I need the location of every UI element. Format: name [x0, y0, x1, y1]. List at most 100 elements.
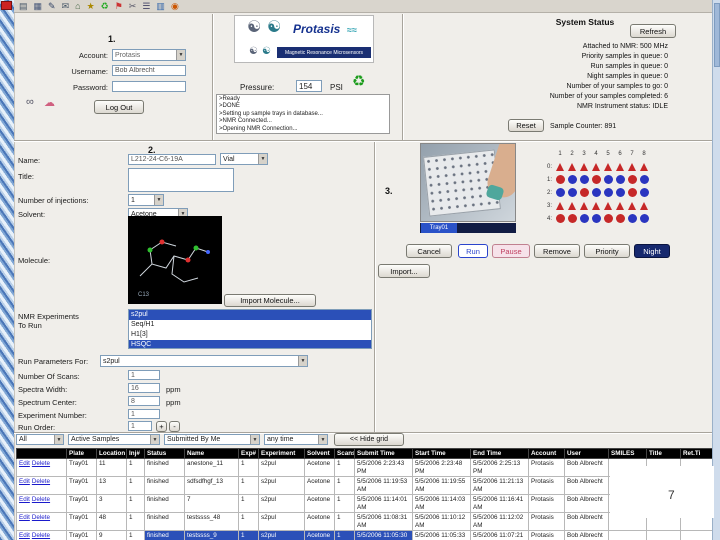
grid-header[interactable]: Scans [334, 448, 355, 459]
delete-link[interactable]: Delete [32, 514, 50, 521]
tray-well[interactable] [566, 174, 578, 186]
run-order-decrement-button[interactable]: - [169, 421, 180, 432]
tray-well[interactable] [602, 161, 614, 173]
center-input[interactable] [128, 396, 160, 406]
delete-link[interactable]: Delete [32, 532, 50, 539]
tray-well[interactable] [566, 187, 578, 199]
tray-well[interactable] [626, 200, 638, 212]
tray-well[interactable] [554, 187, 566, 199]
grid-header[interactable]: Experiment [258, 448, 305, 459]
tray-tab[interactable]: Tray01 [421, 223, 457, 233]
filter-submitter-select[interactable]: Submitted By Me ▼ [164, 434, 260, 445]
title-textarea[interactable] [128, 168, 234, 192]
tray-well[interactable] [638, 213, 650, 225]
record-icon[interactable]: ◉ [171, 0, 179, 13]
tray-well[interactable] [566, 200, 578, 212]
grid-header[interactable]: Ret.Ti [680, 448, 713, 459]
grid-header[interactable]: Location [96, 448, 127, 459]
edit-link[interactable]: Edit [19, 478, 30, 485]
tray-well[interactable] [614, 187, 626, 199]
grid-header[interactable]: SMILES [608, 448, 647, 459]
tray-well[interactable] [554, 200, 566, 212]
grid-header[interactable]: Name [184, 448, 239, 459]
logout-button[interactable]: Log Out [94, 100, 144, 114]
injections-select[interactable]: 1 ▼ [128, 194, 164, 206]
tray-well[interactable] [566, 213, 578, 225]
grid-header[interactable]: Title [646, 448, 681, 459]
run-button[interactable]: Run [458, 244, 488, 258]
edit-link[interactable]: Edit [19, 514, 30, 521]
tray-well[interactable] [602, 174, 614, 186]
edit-icon[interactable]: ✎ [48, 0, 56, 13]
chart-icon[interactable]: ▥ [156, 0, 165, 13]
hide-grid-button[interactable]: << Hide grid [334, 433, 404, 446]
grid-header[interactable]: Status [144, 448, 185, 459]
delete-link[interactable]: Delete [32, 460, 50, 467]
grid-header[interactable]: Plate [66, 448, 97, 459]
tray-well[interactable] [566, 161, 578, 173]
tray-well[interactable] [638, 187, 650, 199]
username-input[interactable] [112, 65, 186, 76]
grid-header[interactable]: User [564, 448, 609, 459]
run-params-select[interactable]: s2pul ▼ [100, 355, 308, 367]
pause-button[interactable]: Pause [492, 244, 530, 258]
tray-well[interactable] [638, 161, 650, 173]
account-select[interactable]: Protasis ▼ [112, 49, 186, 61]
window-scrollbar[interactable] [712, 0, 720, 540]
vial-select[interactable]: Vial ▼ [220, 153, 268, 165]
import-button[interactable]: Import... [378, 264, 430, 278]
grid-header[interactable]: Inj# [126, 448, 145, 459]
tray-well[interactable] [554, 161, 566, 173]
grid-header[interactable] [16, 448, 67, 459]
filter-scope-select[interactable]: All ▼ [16, 434, 64, 445]
scans-input[interactable] [128, 370, 160, 380]
experiment-option[interactable]: s2pul [129, 310, 371, 320]
remove-button[interactable]: Remove [534, 244, 580, 258]
tray-well[interactable] [602, 213, 614, 225]
filter-time-select[interactable]: any time ▼ [264, 434, 328, 445]
recycle-icon[interactable]: ♻ [101, 0, 109, 13]
tray-well[interactable] [614, 161, 626, 173]
password-input[interactable] [112, 81, 186, 92]
tray-well[interactable] [590, 187, 602, 199]
cut-icon[interactable]: ✂ [129, 0, 137, 13]
star-icon[interactable]: ★ [87, 0, 95, 13]
import-molecule-button[interactable]: Import Molecule... [224, 294, 316, 307]
tray-well[interactable] [614, 213, 626, 225]
grid-header[interactable]: End Time [470, 448, 529, 459]
home-icon[interactable]: ⌂ [75, 0, 80, 13]
menu-icon[interactable]: ☰ [142, 0, 150, 13]
grid-header[interactable]: Start Time [412, 448, 471, 459]
grid-icon[interactable]: ▦ [34, 0, 43, 13]
tray-well[interactable] [578, 161, 590, 173]
delete-link[interactable]: Delete [32, 496, 50, 503]
experiment-option[interactable]: H1[3] [129, 330, 371, 340]
grid-header[interactable]: Account [528, 448, 565, 459]
experiments-list[interactable]: s2pul Seq/H1 H1[3] HSQC [128, 309, 372, 349]
edit-link[interactable]: Edit [19, 460, 30, 467]
tray-well[interactable] [578, 174, 590, 186]
tray-well[interactable] [578, 213, 590, 225]
experiment-option[interactable]: Seq/H1 [129, 320, 371, 330]
edit-link[interactable]: Edit [19, 532, 30, 539]
filter-status-select[interactable]: Active Samples ▼ [68, 434, 160, 445]
tray-well[interactable] [626, 161, 638, 173]
tray-well[interactable] [554, 213, 566, 225]
delete-link[interactable]: Delete [32, 478, 50, 485]
tray-well[interactable] [602, 187, 614, 199]
tray-well[interactable] [626, 187, 638, 199]
expnum-input[interactable] [128, 409, 160, 419]
grid-header[interactable]: Solvent [304, 448, 335, 459]
tray-well[interactable] [590, 174, 602, 186]
tray-well[interactable] [638, 174, 650, 186]
edit-link[interactable]: Edit [19, 496, 30, 503]
tray-well[interactable] [614, 200, 626, 212]
tray-well[interactable] [590, 161, 602, 173]
priority-button[interactable]: Priority [584, 244, 630, 258]
night-button[interactable]: Night [634, 244, 670, 258]
width-input[interactable] [128, 383, 160, 393]
tray-well[interactable] [638, 200, 650, 212]
tray-well[interactable] [614, 174, 626, 186]
tray-well[interactable] [554, 174, 566, 186]
reset-button[interactable]: Reset [508, 119, 544, 132]
